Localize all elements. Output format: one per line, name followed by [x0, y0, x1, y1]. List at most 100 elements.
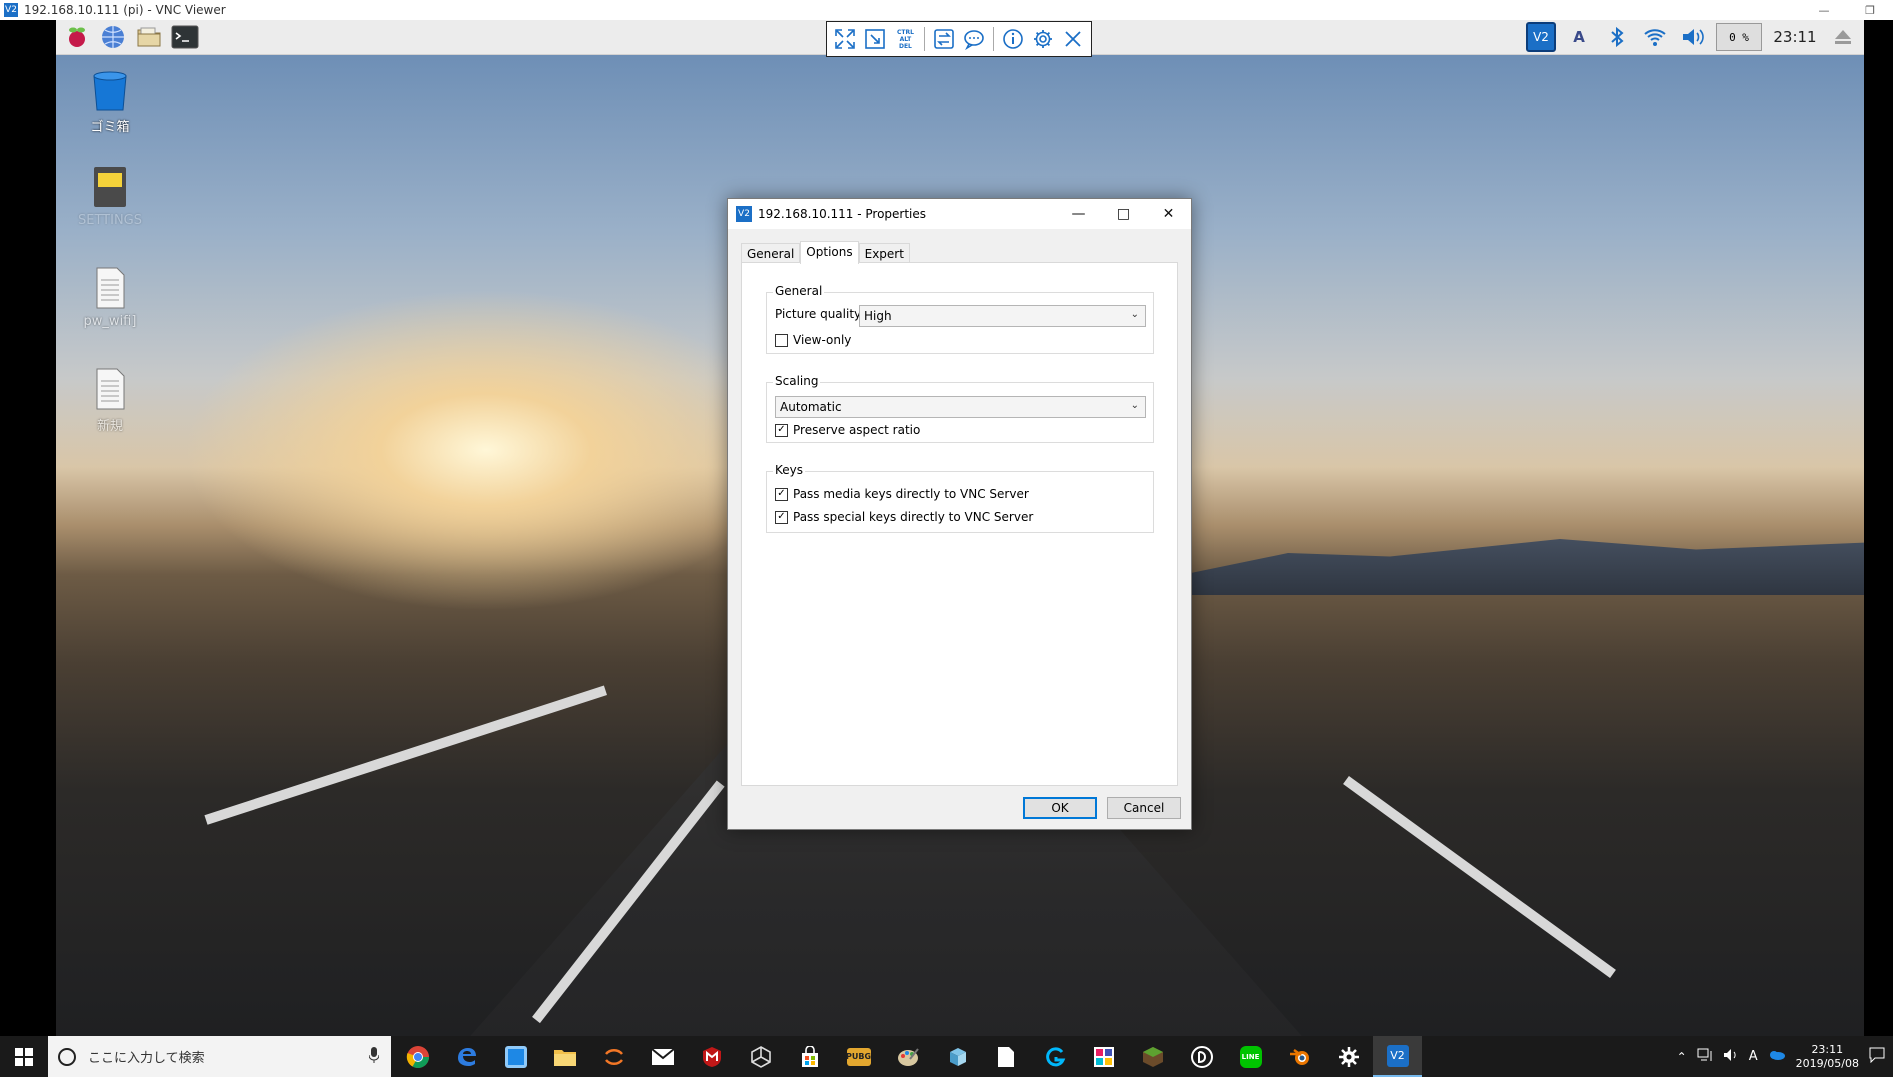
- wifi-icon[interactable]: [1640, 22, 1670, 52]
- disconnect-close-icon[interactable]: [1060, 25, 1087, 53]
- minecraft-icon[interactable]: [1128, 1036, 1177, 1077]
- jupyter-icon[interactable]: [589, 1036, 638, 1077]
- ime-mode-indicator[interactable]: A: [1749, 1049, 1758, 1064]
- windows-settings-gear-icon[interactable]: [1324, 1036, 1373, 1077]
- line-icon[interactable]: LINE: [1226, 1036, 1275, 1077]
- cpu-usage-monitor[interactable]: 0 %: [1716, 23, 1762, 51]
- media-keys-label: Pass media keys directly to VNC Server: [793, 487, 1029, 501]
- bluetooth-icon[interactable]: [1602, 22, 1632, 52]
- checkbox-box[interactable]: ✓: [775, 487, 788, 501]
- file-transfer-icon[interactable]: [930, 25, 957, 53]
- ctrl-alt-del-button[interactable]: CTRL ALT DEL: [892, 25, 919, 53]
- onedrive-icon[interactable]: [1768, 1049, 1786, 1064]
- picture-quality-select[interactable]: High ⌄: [859, 305, 1146, 327]
- desktop-icon-settings[interactable]: SETTINGS: [70, 165, 150, 228]
- tab-options[interactable]: Options: [800, 241, 859, 264]
- text-file-icon: [88, 266, 132, 310]
- preserve-aspect-checkbox[interactable]: ✓ Preserve aspect ratio: [775, 423, 920, 437]
- vnc-viewer-titlebar: V2 192.168.10.111 (pi) - VNC Viewer — ❐: [0, 0, 1893, 20]
- window-title: 192.168.10.111 (pi) - VNC Viewer: [24, 3, 226, 17]
- desktop-icon-label: pw_wifi]: [83, 314, 137, 329]
- desktop-icon-trash[interactable]: ゴミ箱: [70, 68, 150, 135]
- restore-button[interactable]: ❐: [1847, 0, 1893, 20]
- microphone-icon[interactable]: [368, 1046, 380, 1067]
- media-keys-checkbox[interactable]: ✓ Pass media keys directly to VNC Server: [775, 487, 1029, 501]
- chrome-icon[interactable]: [393, 1036, 442, 1077]
- road-stripe-left: [204, 685, 607, 825]
- ok-button[interactable]: OK: [1023, 797, 1097, 819]
- ime-indicator-icon[interactable]: A: [1564, 22, 1594, 52]
- notepad-icon[interactable]: [932, 1036, 981, 1077]
- minimize-button[interactable]: —: [1801, 0, 1847, 20]
- eject-icon[interactable]: [1828, 22, 1858, 52]
- group-legend: General: [773, 284, 825, 298]
- desktop-icon-new[interactable]: 新規: [70, 367, 150, 434]
- special-keys-label: Pass special keys directly to VNC Server: [793, 510, 1034, 524]
- panel-clock[interactable]: 23:11: [1770, 28, 1820, 46]
- tab-general[interactable]: General: [741, 243, 801, 263]
- mail-icon[interactable]: [638, 1036, 687, 1077]
- dialog-titlebar[interactable]: V2 192.168.10.111 - Properties — □ ✕: [728, 199, 1191, 229]
- checkbox-box[interactable]: ✓: [775, 510, 788, 524]
- panel-launchers: [56, 22, 200, 52]
- dialog-minimize-button[interactable]: —: [1056, 199, 1101, 229]
- vnc-viewer-taskbar-icon[interactable]: V2: [1373, 1036, 1422, 1077]
- view-only-checkbox[interactable]: View-only: [775, 333, 851, 347]
- store-icon[interactable]: [785, 1036, 834, 1077]
- taskbar-search-box[interactable]: ここに入力して検索: [48, 1036, 391, 1077]
- group-legend: Scaling: [773, 374, 821, 388]
- taskbar-apps: PUBG LINE V2: [393, 1036, 1422, 1077]
- sd-card-icon: [88, 165, 132, 209]
- fullscreen-icon[interactable]: [831, 25, 858, 53]
- cancel-button[interactable]: Cancel: [1107, 797, 1181, 819]
- dialog-window-controls: — □ ✕: [1056, 199, 1191, 229]
- desktop-icon-pw-wifi[interactable]: pw_wifi]: [70, 266, 150, 329]
- speaker-icon[interactable]: [1723, 1048, 1739, 1065]
- dialog-maximize-button[interactable]: □: [1101, 199, 1146, 229]
- vnc-server-tray-icon[interactable]: V2: [1526, 22, 1556, 52]
- notification-center-icon[interactable]: [1869, 1047, 1885, 1066]
- network-icon[interactable]: [1697, 1048, 1713, 1065]
- dialog-tabs: General Options Expert: [741, 241, 910, 264]
- app-icon-blue-square[interactable]: [491, 1036, 540, 1077]
- system-tray: ⌃ A 23:11 2019/05/08: [1677, 1043, 1893, 1071]
- dialog-close-button[interactable]: ✕: [1146, 199, 1191, 229]
- edge-icon[interactable]: [442, 1036, 491, 1077]
- volume-icon[interactable]: [1678, 22, 1708, 52]
- wallpaper-mountains: [1186, 539, 1864, 595]
- file-manager-icon[interactable]: [134, 22, 164, 52]
- scaling-value: Automatic: [780, 400, 842, 414]
- terminal-icon[interactable]: [170, 22, 200, 52]
- checkbox-box[interactable]: ✓: [775, 423, 788, 437]
- paint-icon[interactable]: [883, 1036, 932, 1077]
- davinci-icon[interactable]: [1177, 1036, 1226, 1077]
- chevron-down-icon: ⌄: [1130, 309, 1139, 320]
- logitech-icon[interactable]: [1030, 1036, 1079, 1077]
- chevron-up-icon[interactable]: ⌃: [1677, 1050, 1687, 1064]
- taskbar-clock[interactable]: 23:11 2019/05/08: [1796, 1043, 1859, 1071]
- trash-icon: [88, 68, 132, 112]
- tab-expert[interactable]: Expert: [858, 243, 910, 263]
- chat-icon[interactable]: [960, 25, 987, 53]
- desktop-icon-label: SETTINGS: [77, 213, 142, 228]
- blender-icon[interactable]: [1275, 1036, 1324, 1077]
- pubg-icon[interactable]: PUBG: [834, 1036, 883, 1077]
- toolbar-separator: [992, 27, 994, 51]
- desktop-icon-label: ゴミ箱: [90, 120, 130, 135]
- mcafee-icon[interactable]: [687, 1036, 736, 1077]
- raspberry-menu-icon[interactable]: [62, 22, 92, 52]
- scale-icon[interactable]: [861, 25, 888, 53]
- settings-gear-icon[interactable]: [1029, 25, 1056, 53]
- file-explorer-icon[interactable]: [540, 1036, 589, 1077]
- checkbox-box[interactable]: [775, 333, 788, 347]
- preserve-aspect-label: Preserve aspect ratio: [793, 423, 921, 437]
- scaling-select[interactable]: Automatic ⌄: [775, 396, 1146, 418]
- web-browser-icon[interactable]: [98, 22, 128, 52]
- windows-start-button[interactable]: [0, 1036, 48, 1077]
- document-icon[interactable]: [981, 1036, 1030, 1077]
- unity-icon[interactable]: [736, 1036, 785, 1077]
- special-keys-checkbox[interactable]: ✓ Pass special keys directly to VNC Serv…: [775, 510, 1033, 524]
- keys-group: Keys ✓ Pass media keys directly to VNC S…: [766, 463, 1154, 533]
- info-icon[interactable]: [999, 25, 1026, 53]
- color-app-icon[interactable]: [1079, 1036, 1128, 1077]
